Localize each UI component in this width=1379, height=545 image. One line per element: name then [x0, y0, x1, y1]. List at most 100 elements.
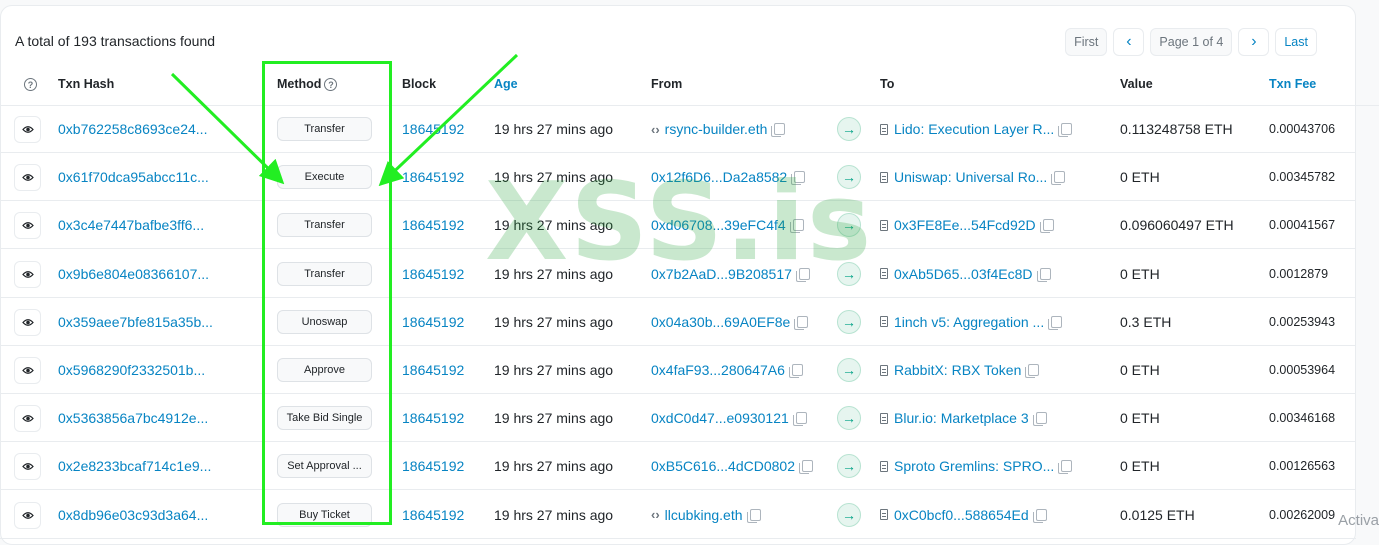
- block-link[interactable]: 18645192: [402, 442, 464, 490]
- fee-text: 0.00346168: [1269, 411, 1336, 426]
- code-icon: ‹›: [651, 121, 660, 137]
- view-details-button[interactable]: [14, 453, 41, 481]
- from-address-link[interactable]: 0xdC0d47...e0930121: [651, 410, 789, 426]
- to-address-link[interactable]: Uniswap: Universal Ro...: [894, 169, 1047, 185]
- block-link[interactable]: 18645192: [402, 105, 464, 153]
- from-address-link[interactable]: 0x7b2AaD...9B208517: [651, 266, 792, 282]
- block-link[interactable]: 18645192: [402, 153, 464, 201]
- copy-icon[interactable]: [799, 460, 813, 475]
- copy-icon[interactable]: [1039, 219, 1054, 234]
- copy-icon[interactable]: [1058, 123, 1073, 137]
- header-block: Block: [402, 77, 437, 91]
- eye-icon: [21, 174, 34, 182]
- copy-icon[interactable]: [792, 412, 807, 427]
- age-text: 19 hrs 27 mins ago: [494, 506, 614, 523]
- block-link[interactable]: 18645192: [402, 201, 464, 249]
- table-row: 0x359aee7bfe815a35b... Unoswap 18645192 …: [0, 298, 1356, 346]
- from-address-link[interactable]: llcubking.eth: [665, 507, 743, 523]
- header-txn-fee[interactable]: Txn Fee: [1269, 77, 1316, 91]
- block-link[interactable]: 18645192: [402, 250, 464, 298]
- view-details-button[interactable]: [14, 116, 41, 143]
- from-address-link[interactable]: 0x04a30b...69A0EF8e: [651, 314, 790, 330]
- txn-hash-link[interactable]: 0x2e8233bcaf714c1e9...: [58, 442, 211, 490]
- copy-icon[interactable]: [771, 123, 786, 137]
- method-badge: Transfer: [277, 261, 372, 286]
- copy-icon[interactable]: [789, 219, 804, 234]
- view-details-button[interactable]: [14, 308, 41, 336]
- txn-hash-link[interactable]: 0xb762258c8693ce24...: [58, 105, 207, 153]
- to-address: Blur.io: Marketplace 3: [880, 394, 1047, 442]
- copy-icon[interactable]: [1032, 508, 1047, 523]
- value-text: 0 ETH: [1120, 410, 1160, 427]
- fee-text: 0.00053964: [1269, 363, 1336, 377]
- copy-icon[interactable]: [1058, 460, 1073, 475]
- contract-icon: [880, 219, 888, 231]
- table-row: 0x8db96e03c93d3a64... Buy Ticket 1864519…: [0, 491, 1356, 539]
- age-text: 19 hrs 27 mins ago: [494, 265, 614, 282]
- txn-hash-link[interactable]: 0x8db96e03c93d3a64...: [58, 491, 208, 539]
- copy-icon[interactable]: [1048, 315, 1063, 330]
- view-details-button[interactable]: [14, 405, 41, 433]
- block-link[interactable]: 18645192: [402, 491, 464, 539]
- help-icon[interactable]: ?: [21, 77, 37, 92]
- txn-hash-link[interactable]: 0x5363856a7bc4912e...: [58, 394, 208, 442]
- view-details-button[interactable]: [14, 260, 41, 288]
- header-to: To: [880, 77, 895, 91]
- block-link[interactable]: 18645192: [402, 346, 464, 394]
- method-help-icon[interactable]: ?: [324, 78, 338, 92]
- block-link[interactable]: 18645192: [402, 394, 464, 442]
- table-row: 0x3c4e7447bafbe3ff6... Transfer 18645192…: [0, 201, 1356, 250]
- contract-icon: [880, 123, 888, 135]
- copy-icon[interactable]: [746, 508, 761, 523]
- method-badge: Transfer: [277, 117, 372, 141]
- value-text: 0 ETH: [1120, 458, 1160, 475]
- header-age[interactable]: Age: [494, 77, 518, 91]
- code-icon: ‹›: [651, 507, 660, 523]
- transactions-summary: A total of 193 transactions found: [15, 33, 216, 49]
- last-page-button[interactable]: Last: [1275, 28, 1317, 56]
- to-address-link[interactable]: Sproto Gremlins: SPRO...: [894, 458, 1054, 474]
- to-address-link[interactable]: 1inch v5: Aggregation ...: [894, 314, 1044, 330]
- method-badge: Unoswap: [277, 309, 372, 334]
- eye-icon: [21, 222, 34, 230]
- to-address-link[interactable]: Blur.io: Marketplace 3: [894, 410, 1029, 426]
- copy-icon[interactable]: [1051, 171, 1066, 186]
- to-address-link[interactable]: 0xAb5D65...03f4Ec8D: [894, 266, 1033, 282]
- view-details-button[interactable]: [14, 212, 41, 240]
- prev-page-button[interactable]: ‹: [1113, 28, 1145, 56]
- view-details-button[interactable]: [14, 164, 41, 192]
- txn-hash-link[interactable]: 0x5968290f2332501b...: [58, 346, 205, 394]
- value-text: 0 ETH: [1120, 169, 1160, 186]
- txn-hash-link[interactable]: 0x9b6e804e08366107...: [58, 250, 209, 298]
- to-address-link[interactable]: 0xC0bcf0...588654Ed: [894, 507, 1029, 523]
- age-text: 19 hrs 27 mins ago: [494, 410, 614, 427]
- table-row: 0xb762258c8693ce24... Transfer 18645192 …: [0, 105, 1356, 153]
- eye-icon: [21, 511, 34, 519]
- copy-icon[interactable]: [1032, 412, 1047, 427]
- age-text: 19 hrs 27 mins ago: [494, 362, 614, 378]
- copy-icon[interactable]: [1025, 364, 1040, 378]
- txn-hash-link[interactable]: 0x359aee7bfe815a35b...: [58, 298, 213, 346]
- first-page-button[interactable]: First: [1065, 28, 1108, 56]
- next-page-button[interactable]: ›: [1238, 28, 1270, 56]
- txn-hash-link[interactable]: 0x3c4e7447bafbe3ff6...: [58, 201, 204, 249]
- copy-icon[interactable]: [795, 267, 810, 282]
- view-details-button[interactable]: [14, 357, 41, 384]
- view-details-button[interactable]: [14, 501, 41, 529]
- from-address-link[interactable]: 0x12f6D6...Da2a8582: [651, 169, 787, 185]
- copy-icon[interactable]: [791, 171, 806, 186]
- from-address-link[interactable]: 0x4faF93...280647A6: [651, 362, 785, 378]
- to-address-link[interactable]: RabbitX: RBX Token: [894, 362, 1021, 378]
- method-badge: Transfer: [277, 213, 372, 238]
- block-link[interactable]: 18645192: [402, 298, 464, 346]
- txn-hash-link[interactable]: 0x61f70dca95abcc11c...: [58, 153, 209, 201]
- from-address-link[interactable]: rsync-builder.eth: [665, 121, 768, 137]
- copy-icon[interactable]: [788, 364, 803, 378]
- copy-icon[interactable]: [794, 315, 809, 330]
- value-text: 0 ETH: [1120, 362, 1160, 378]
- to-address-link[interactable]: 0x3FE8Ee...54Fcd92D: [894, 217, 1036, 233]
- from-address-link[interactable]: 0xB5C616...4dCD0802: [651, 458, 795, 474]
- copy-icon[interactable]: [1036, 267, 1051, 282]
- to-address-link[interactable]: Lido: Execution Layer R...: [894, 121, 1054, 137]
- from-address-link[interactable]: 0xd06708...39eFC4f4: [651, 217, 786, 233]
